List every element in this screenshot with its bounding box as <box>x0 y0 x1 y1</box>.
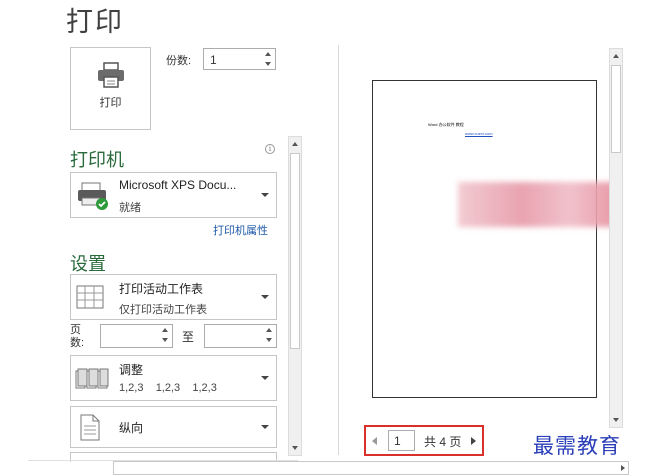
spin-up-icon[interactable] <box>266 328 272 332</box>
pages-to-input[interactable] <box>204 324 277 348</box>
previous-page-icon[interactable] <box>372 437 377 445</box>
page-title: 打印 <box>66 7 124 37</box>
copies-label: 份数: <box>166 55 192 67</box>
copies-stepper[interactable]: 1 <box>203 48 276 70</box>
portrait-page-icon <box>80 414 100 441</box>
pages-from-input[interactable] <box>100 324 173 348</box>
print-scope-select[interactable]: 打印活动工作表 仅打印活动工作表 <box>70 274 277 320</box>
collate-select[interactable]: 调整 1,2,3 1,2,3 1,2,3 <box>70 355 277 401</box>
printer-name: Microsoft XPS Docu... <box>119 178 237 192</box>
spin-up-icon[interactable] <box>162 328 168 332</box>
pages-to-spin[interactable] <box>264 326 275 344</box>
settings-scroll-thumb[interactable] <box>290 153 300 349</box>
preview-page-title: Word 办公软件 教程 <box>428 122 464 127</box>
redacted-overlay <box>458 182 618 227</box>
info-icon[interactable]: i <box>265 144 275 154</box>
orientation-select[interactable]: 纵向 <box>70 406 277 448</box>
orientation-title: 纵向 <box>119 421 144 435</box>
scroll-up-icon[interactable] <box>292 142 298 146</box>
spin-down-icon[interactable] <box>266 338 272 342</box>
print-button[interactable]: 打印 <box>70 47 151 130</box>
print-button-label: 打印 <box>99 97 122 109</box>
pages-from-spin[interactable] <box>160 326 171 344</box>
preview-scrollbar[interactable] <box>609 48 623 428</box>
chevron-down-icon <box>261 295 269 299</box>
chevron-down-icon <box>261 193 269 197</box>
watermark-logo: 最需教育 <box>533 434 621 458</box>
printer-status: 就绪 <box>119 202 141 214</box>
horizontal-scrollbar[interactable] <box>113 461 629 475</box>
print-scope-title: 打印活动工作表 <box>119 282 204 296</box>
spin-down-icon[interactable] <box>162 338 168 342</box>
pages-label: 页数: <box>70 324 85 349</box>
print-preview-page: Word 办公软件 教程 www.xuexi.com <box>372 80 597 398</box>
printer-properties-link[interactable]: 打印机属性 <box>213 222 268 238</box>
copies-spin-buttons[interactable] <box>263 50 274 68</box>
preview-page-link: www.xuexi.com <box>465 131 493 136</box>
scroll-right-icon[interactable] <box>621 465 625 471</box>
printer-heading: 打印机 <box>70 150 124 170</box>
chevron-down-icon <box>261 376 269 380</box>
chevron-down-icon <box>261 425 269 429</box>
collate-subtitle: 1,2,3 1,2,3 1,2,3 <box>119 382 217 394</box>
printer-select[interactable]: Microsoft XPS Docu... 就绪 <box>70 172 277 218</box>
pages-to-label: 至 <box>182 330 195 344</box>
scroll-down-icon[interactable] <box>292 446 298 450</box>
spin-down-icon[interactable] <box>265 62 271 66</box>
collate-title: 调整 <box>119 363 144 377</box>
spin-up-icon[interactable] <box>265 52 271 56</box>
settings-heading: 设置 <box>70 254 106 274</box>
collate-pages-icon <box>75 368 109 389</box>
printer-icon <box>98 62 124 88</box>
panel-divider <box>338 45 339 455</box>
next-page-icon[interactable] <box>471 437 476 445</box>
settings-scrollbar[interactable] <box>288 136 302 456</box>
preview-scroll-thumb[interactable] <box>611 65 621 153</box>
printer-device-icon <box>78 182 108 210</box>
scroll-up-icon[interactable] <box>613 54 619 58</box>
total-pages-label: 共 4 页 <box>424 435 462 449</box>
scroll-down-icon[interactable] <box>613 418 619 422</box>
worksheet-icon <box>76 285 104 309</box>
current-page-input[interactable]: 1 <box>388 430 415 451</box>
page-navigator: 1 共 4 页 <box>364 425 484 456</box>
copies-value: 1 <box>210 53 217 67</box>
print-scope-subtitle: 仅打印活动工作表 <box>119 304 207 316</box>
